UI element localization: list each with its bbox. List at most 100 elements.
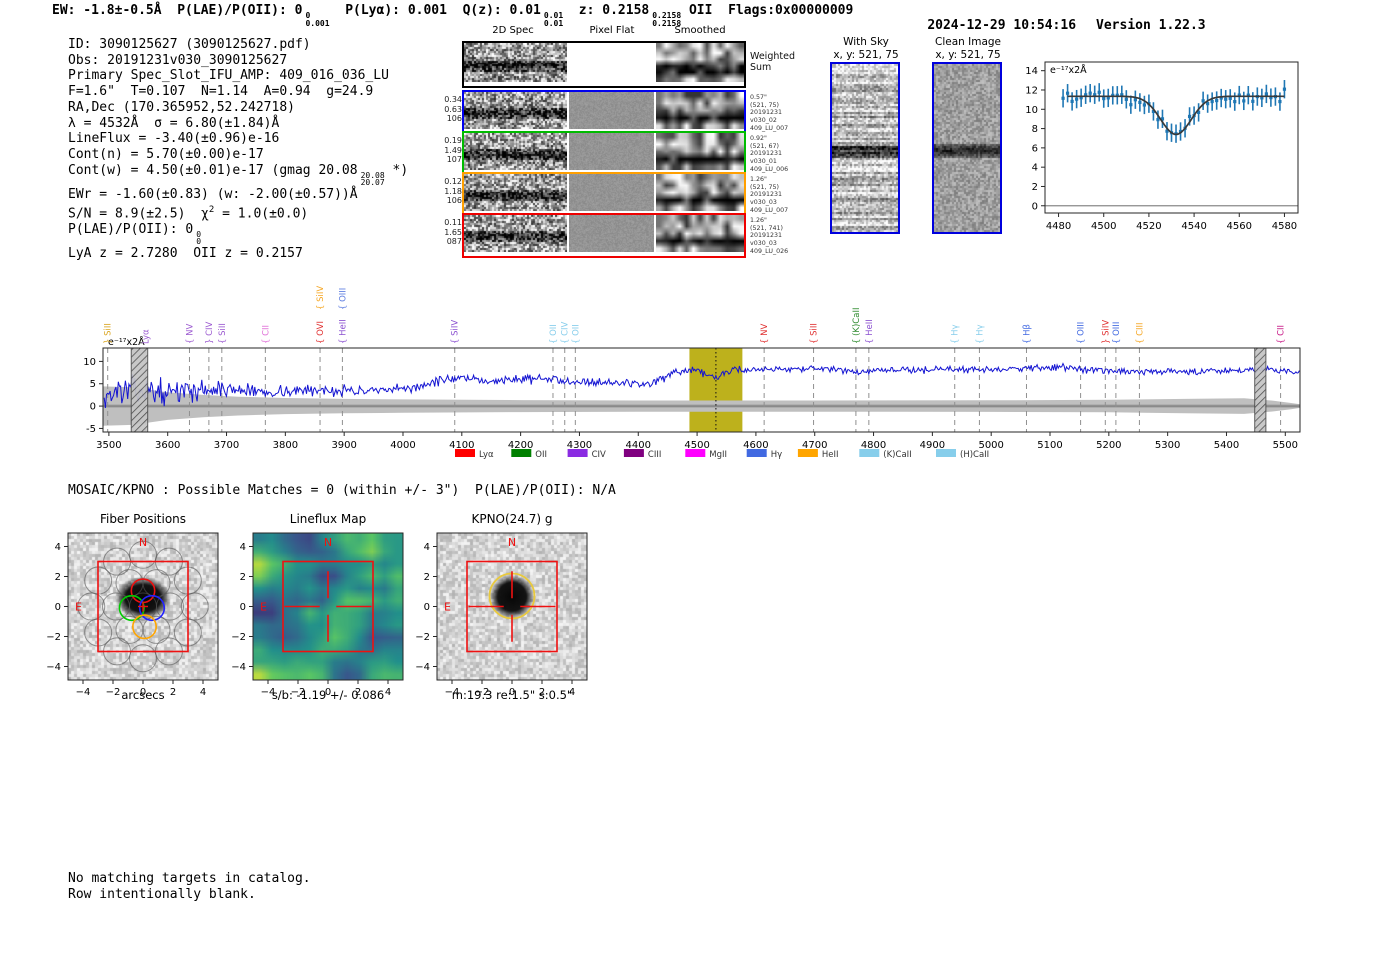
svg-text:2: 2 bbox=[355, 687, 361, 698]
right-label-line: (521, 75) bbox=[750, 101, 779, 109]
clean-image-subtitle: x, y: 521, 75 bbox=[935, 49, 1001, 61]
header-measurements: EW: -1.8±-0.5Å P(LAE)/P(OII): 0 0 0.001 P(… bbox=[52, 3, 853, 27]
svg-text:2: 2 bbox=[170, 687, 176, 698]
svg-text:−4: −4 bbox=[261, 687, 276, 698]
fiber-circle bbox=[180, 592, 209, 621]
svg-text:4: 4 bbox=[569, 687, 575, 698]
spectral-line-label: } SiII bbox=[104, 323, 114, 344]
spec2d-raw-image bbox=[464, 215, 567, 252]
text-segment: ID: 3090125627 (3090125627.pdf) bbox=[68, 37, 311, 52]
spectral-line-label: { SiII bbox=[218, 323, 228, 344]
right-label-line: 20191231 bbox=[750, 109, 783, 117]
text-segment: RA,Dec (170.365952,52.242718) bbox=[68, 99, 295, 115]
svg-text:−2: −2 bbox=[415, 632, 430, 643]
svg-text:0: 0 bbox=[509, 687, 515, 698]
spectral-line-label: { OIII bbox=[338, 288, 348, 310]
report-datetime: 2024-12-29 10:54:16 bbox=[927, 18, 1077, 33]
spectral-line-label: { CII bbox=[1277, 325, 1287, 344]
text-segment: OII Flags:0x00000009 bbox=[681, 3, 854, 18]
text-segment: *) bbox=[384, 162, 409, 178]
spectral-line-label: { SiII bbox=[810, 323, 820, 344]
spectral-line-label: } SiIV bbox=[1101, 320, 1111, 344]
clean-image-title: Clean Image x, y: 521, 75 bbox=[907, 36, 1029, 62]
left-label-line: 106 bbox=[446, 196, 462, 206]
svg-text:Hγ: Hγ bbox=[771, 450, 782, 460]
left-label-line: 0.19 bbox=[444, 136, 462, 145]
spectral-line-label: { Hγ bbox=[975, 324, 985, 344]
svg-text:4: 4 bbox=[240, 542, 246, 553]
right-label-line: 409_LU_007 bbox=[750, 206, 789, 214]
info-line: Cont(n) = 5.70(±0.00)e-17 bbox=[68, 147, 408, 163]
svg-text:5300: 5300 bbox=[1155, 440, 1180, 451]
spectral-line-label: { SiIV bbox=[451, 320, 461, 344]
spec2d-row-left-labels: 0.12 1.18 106 bbox=[418, 177, 462, 206]
svg-text:−4: −4 bbox=[76, 687, 91, 698]
svg-text:10: 10 bbox=[83, 357, 96, 368]
svg-text:HeII: HeII bbox=[822, 450, 839, 460]
right-label-line: (521, 67) bbox=[750, 142, 779, 150]
right-label-line: 20191231 bbox=[750, 191, 783, 199]
svg-text:(K)CaII: (K)CaII bbox=[883, 450, 911, 460]
footer-line-2: Row intentionally blank. bbox=[68, 887, 256, 902]
right-label-line: 20191231 bbox=[750, 232, 783, 240]
text-segment: LineFlux = -3.40(±0.96)e-16 bbox=[68, 131, 280, 147]
svg-text:0: 0 bbox=[325, 687, 331, 698]
svg-text:−2: −2 bbox=[231, 632, 246, 643]
svg-text:−4: −4 bbox=[445, 687, 460, 698]
spec2d-smoothed-image bbox=[656, 133, 744, 170]
spectral-line-label: { Hγ bbox=[951, 324, 961, 344]
spec2d-pixelflat-image bbox=[569, 215, 654, 252]
spec2d-smoothed-image bbox=[656, 215, 744, 252]
svg-text:2: 2 bbox=[424, 572, 430, 583]
svg-text:2: 2 bbox=[240, 572, 246, 583]
svg-text:OII: OII bbox=[535, 450, 547, 460]
spec2d-row-left-labels: 0.34 0.63 106 bbox=[418, 95, 462, 124]
spec2d-row-right-labels: 0.92" (521, 67) 20191231 v030_01 409_LU_006 bbox=[750, 135, 820, 174]
svg-text:−2: −2 bbox=[475, 687, 490, 698]
footer-line-1: No matching targets in catalog. bbox=[68, 871, 311, 886]
text-segment: Cont(n) = 5.70(±0.00)e-17 bbox=[68, 146, 264, 162]
masked-region bbox=[1254, 347, 1267, 433]
spec2d-raw-image bbox=[464, 43, 567, 82]
text-segment: Primary Spec_Slot_IFU_AMP: 409_016_036_L… bbox=[68, 68, 389, 84]
info-line: LineFlux = -3.40(±0.96)e-16 bbox=[68, 131, 408, 147]
spectral-line-label: } CIV bbox=[205, 321, 215, 344]
left-label-line: 0.63 bbox=[444, 104, 462, 114]
spec2d-raw-image bbox=[464, 174, 567, 211]
spectral-line-label: { CIV bbox=[561, 321, 571, 344]
info-line: Primary Spec_Slot_IFU_AMP: 409_016_036_L… bbox=[68, 68, 408, 84]
svg-text:4: 4 bbox=[55, 542, 61, 553]
svg-text:5500: 5500 bbox=[1273, 440, 1298, 451]
spec2d-smoothed-image bbox=[656, 43, 744, 82]
svg-text:0: 0 bbox=[140, 687, 146, 698]
report-version: Version 1.22.3 bbox=[1096, 18, 1206, 33]
text-segment: S/N = 8.9(±2.5) χ bbox=[68, 205, 209, 221]
text-segment: Obs: 20191231v030_3090125627 bbox=[68, 52, 288, 68]
svg-text:4: 4 bbox=[1032, 163, 1038, 174]
clean-image-title-text: Clean Image bbox=[934, 36, 1002, 48]
spec2d-raw-image bbox=[464, 133, 567, 170]
svg-text:4520: 4520 bbox=[1136, 221, 1161, 232]
svg-text:4: 4 bbox=[424, 542, 430, 553]
left-label-line: 106 bbox=[446, 114, 462, 124]
svg-text:4560: 4560 bbox=[1227, 221, 1252, 232]
text-segment: P(LAE)/P(OII): 0 bbox=[68, 221, 194, 237]
spectral-line-label: { OVI bbox=[316, 321, 326, 344]
spec2d-row-right-labels: 1.26" (521, 741) 20191231 v030_03 409_LU_026 bbox=[750, 217, 820, 256]
svg-text:(H)CaII: (H)CaII bbox=[960, 450, 989, 460]
text-segment: EW: -1.8±-0.5Å P(LAE)/P(OII): 0 bbox=[52, 3, 303, 18]
right-label-line: 0.57" bbox=[750, 94, 767, 101]
right-label-line: (521, 741) bbox=[750, 224, 783, 232]
svg-text:3900: 3900 bbox=[331, 440, 356, 451]
spectral-line-label: { HeII bbox=[338, 319, 348, 344]
svg-text:−4: −4 bbox=[415, 662, 430, 673]
info-line: λ = 4532Å σ = 6.80(±1.84)Å bbox=[68, 116, 408, 132]
svg-text:−4: −4 bbox=[231, 662, 246, 673]
right-label-line: v030_03 bbox=[750, 199, 777, 207]
fiber-circle bbox=[129, 644, 157, 673]
compass-east: E bbox=[260, 601, 267, 614]
info-line: EWr = -1.60(±0.83) (w: -2.00(±0.57))Å bbox=[68, 187, 408, 203]
svg-text:MgII: MgII bbox=[709, 450, 727, 460]
left-label-line: 0.34 bbox=[444, 95, 462, 104]
svg-text:12: 12 bbox=[1025, 85, 1038, 96]
